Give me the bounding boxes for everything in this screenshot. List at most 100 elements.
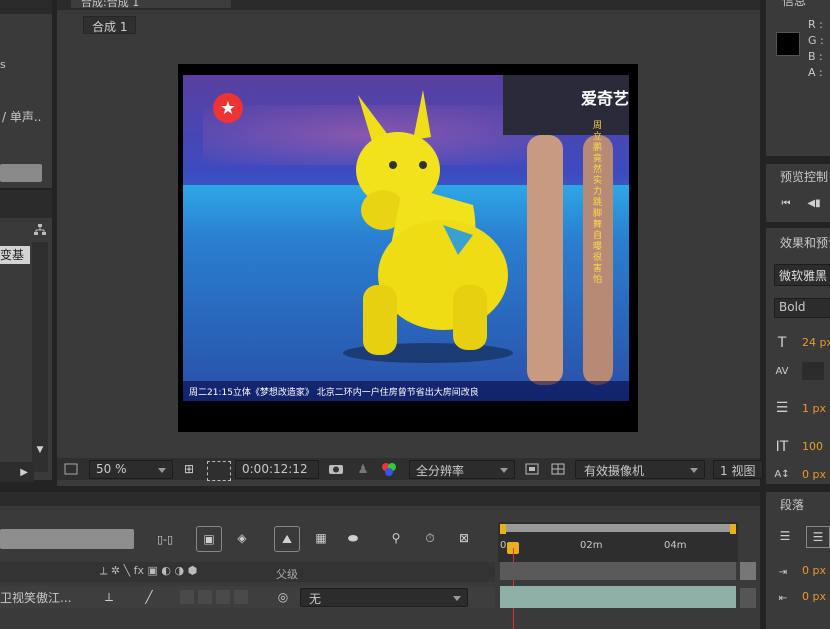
resolution-select[interactable]: 全分辨率	[409, 460, 515, 479]
frame-blending-icon[interactable]: ⛰	[274, 526, 300, 552]
parent-select[interactable]: 无	[300, 588, 468, 607]
layer-name[interactable]: 卫视笑傲江...	[0, 589, 71, 606]
safe-zone-icon[interactable]	[207, 461, 231, 481]
baseline-value[interactable]: 0 px	[802, 468, 826, 481]
kerning-field[interactable]	[802, 362, 824, 380]
project-text-single: / 单声..	[2, 110, 42, 124]
indent-left-value[interactable]: 0 px	[802, 564, 826, 577]
paragraph-panel: 段落 ☰ ☰ ⇥ 0 px ⇤ 0 px	[766, 492, 830, 629]
video-watermark: 爱奇艺	[581, 89, 629, 108]
font-size-icon: T	[777, 335, 787, 351]
tree-icon[interactable]	[32, 222, 48, 238]
ruler-mark-2: 04m	[664, 540, 687, 551]
indent-first-icon: ⇤	[778, 592, 788, 604]
baseline-icon: A↕	[774, 468, 790, 480]
person-leg-left	[527, 135, 563, 385]
zoom-select[interactable]: 50 %	[89, 460, 173, 479]
region-of-interest-icon[interactable]	[523, 461, 541, 477]
motion-blur-icon[interactable]: ▦	[310, 528, 332, 548]
stopwatch-icon[interactable]: ⏱	[420, 528, 440, 548]
font-style-select[interactable]: Bold	[774, 298, 830, 318]
camera-icon[interactable]	[327, 461, 345, 477]
indent-first-value[interactable]: 0 px	[802, 590, 826, 603]
zoom-value: 50 %	[96, 462, 127, 476]
zoom-scrollbar[interactable]	[500, 562, 736, 580]
timeline-search-input[interactable]	[0, 529, 134, 549]
play-arrow-icon[interactable]: ▶	[0, 462, 34, 482]
switch-box-3[interactable]	[216, 590, 230, 604]
chevron-down-icon	[158, 468, 166, 473]
chevron-down-icon	[690, 468, 698, 473]
chevron-down-icon	[453, 596, 461, 601]
graph-editor-icon[interactable]: ⬬	[342, 528, 364, 548]
comp-breadcrumb[interactable]: 合成 1	[83, 16, 137, 34]
character-title: 效果和预设	[780, 236, 830, 250]
scrollbar[interactable]	[32, 242, 48, 472]
parent-column-label: 父级	[276, 568, 298, 581]
snapshot-icon[interactable]	[63, 461, 79, 477]
timeline-header	[0, 492, 760, 506]
video-frame: ★ 爱奇艺 周立鹏竟然实力跳脚舞自曝很害怕 周二21:15立体《梦想改造家》 北…	[178, 64, 638, 432]
divider	[0, 190, 52, 218]
person-icon[interactable]: ♟	[355, 461, 371, 477]
switch-box-2[interactable]	[198, 590, 212, 604]
comp-tab[interactable]: 合成:合成 1	[71, 0, 231, 8]
chevron-down-icon	[500, 468, 508, 473]
transparency-grid-icon[interactable]	[549, 461, 567, 477]
yellow-pony	[343, 90, 513, 363]
composition-panel: 合成:合成 1 合成 1 ★ 爱奇艺 周立鹏竟然实力跳脚舞自曝很害怕 周二21:…	[57, 0, 763, 486]
channel-r: R :	[808, 18, 823, 31]
render-queue-icon[interactable]: ⊠	[452, 528, 476, 548]
font-size-value[interactable]: 24 px	[802, 336, 830, 349]
font-family-select[interactable]: 微软雅黑	[774, 264, 830, 286]
switch-box-4[interactable]	[234, 590, 248, 604]
layer-columns-header	[0, 562, 495, 582]
effects-item[interactable]: 变基	[0, 246, 30, 264]
work-area-start[interactable]	[500, 524, 506, 534]
person	[503, 75, 629, 401]
hide-shy-icon[interactable]: ◈	[232, 528, 252, 548]
pick-whip-icon[interactable]: ◎	[274, 589, 292, 605]
vertical-scale-value[interactable]: 100	[802, 440, 823, 453]
draft-3d-icon[interactable]: ▣	[196, 526, 222, 552]
comp-mini-flowchart-icon[interactable]: ▯-▯	[150, 529, 180, 549]
stroke-width-icon: ☰	[775, 400, 789, 416]
project-progress-bar	[0, 164, 42, 182]
project-text-s: s	[0, 58, 6, 71]
channel-a: A :	[808, 66, 823, 79]
kerning-icon: AV	[775, 365, 789, 377]
info-title: 信息	[782, 0, 807, 8]
preview-title: 预览控制	[780, 170, 829, 184]
character-panel: 效果和预设 微软雅黑 Bold T 24 px AV ☰ 1 px IT 100…	[766, 228, 830, 484]
quality-icon[interactable]: ╱	[140, 589, 158, 605]
switch-box-1[interactable]	[180, 590, 194, 604]
first-frame-icon[interactable]: ⏮	[778, 196, 794, 210]
camera-value: 有效摄像机	[584, 464, 645, 478]
effects-panel: 变基 ▼	[0, 218, 52, 480]
brainstorm-icon[interactable]: ⚲	[384, 526, 408, 550]
video-subtitle: 周二21:15立体《梦想改造家》 北京二环内一户住房曾节省出大房间改良	[183, 381, 629, 401]
timeline-scrollbar[interactable]	[740, 562, 756, 580]
color-channels-icon[interactable]	[379, 461, 399, 477]
grid-icon[interactable]: ⊞	[181, 461, 197, 477]
resolution-value: 全分辨率	[416, 464, 465, 478]
timeline-panel: ▯-▯ ▣ ◈ ⛰ ▦ ⬬ ⚲ ⏱ ⊠ ⟂ ✲ ╲ fx ▣ ◐ ◑ ⬢ 父级 …	[0, 492, 760, 629]
stroke-width-value[interactable]: 1 px	[802, 402, 826, 415]
vertical-scale-icon: IT	[775, 439, 789, 455]
align-left-icon[interactable]: ☰	[774, 526, 796, 546]
camera-select[interactable]: 有效摄像机	[575, 460, 705, 479]
work-area-bar[interactable]	[500, 524, 736, 532]
layer-duration-bar[interactable]	[500, 586, 736, 608]
work-area-end[interactable]	[730, 524, 736, 534]
panel-header	[0, 0, 52, 14]
timecode-field[interactable]: 0:00:12:12	[235, 460, 319, 479]
scroll-down-icon[interactable]: ▼	[32, 444, 48, 456]
channel-g: G :	[808, 34, 824, 47]
switches-icons: ⟂ ✲ ╲ fx ▣ ◐ ◑ ⬢	[100, 564, 198, 577]
timeline-scrollbar-lower[interactable]	[740, 588, 756, 608]
color-swatch	[776, 32, 800, 56]
align-center-icon[interactable]: ☰	[806, 526, 830, 548]
views-select[interactable]: 1 视图	[713, 460, 763, 479]
shy-layer-icon[interactable]: ⟂	[100, 589, 118, 605]
prev-frame-icon[interactable]: ◀▮	[806, 196, 822, 210]
